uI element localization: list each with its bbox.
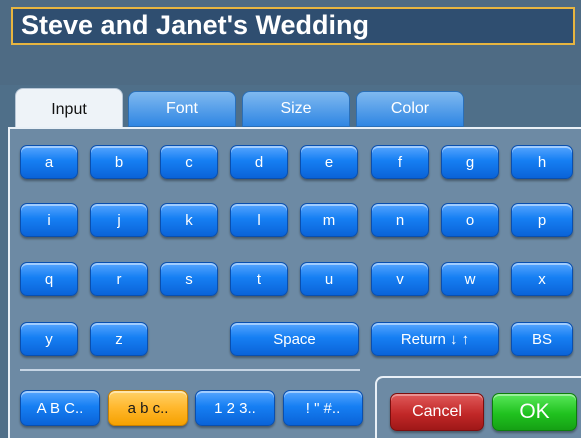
tab-input[interactable]: Input: [15, 88, 123, 130]
key-k[interactable]: k: [160, 203, 218, 237]
key-h[interactable]: h: [511, 145, 573, 179]
key-w[interactable]: w: [441, 262, 499, 296]
key-p[interactable]: p: [511, 203, 573, 237]
key-m[interactable]: m: [300, 203, 358, 237]
key-c[interactable]: c: [160, 145, 218, 179]
key-x[interactable]: x: [511, 262, 573, 296]
key-b[interactable]: b: [90, 145, 148, 179]
key-o[interactable]: o: [441, 203, 499, 237]
tab-color[interactable]: Color: [356, 91, 464, 127]
key-n[interactable]: n: [371, 203, 429, 237]
tab-size[interactable]: Size: [242, 91, 350, 127]
key-t[interactable]: t: [230, 262, 288, 296]
key-z[interactable]: z: [90, 322, 148, 356]
key-j[interactable]: j: [90, 203, 148, 237]
tab-font[interactable]: Font: [128, 91, 236, 127]
cancel-button[interactable]: Cancel: [390, 393, 484, 431]
title-text-field[interactable]: Steve and Janet's Wedding: [11, 7, 575, 45]
mode-numbers-button[interactable]: 1 2 3..: [195, 390, 275, 426]
key-q[interactable]: q: [20, 262, 78, 296]
key-i[interactable]: i: [20, 203, 78, 237]
key-r[interactable]: r: [90, 262, 148, 296]
mode-lowercase-button[interactable]: a b c..: [108, 390, 188, 426]
key-v[interactable]: v: [371, 262, 429, 296]
key-g[interactable]: g: [441, 145, 499, 179]
key-a[interactable]: a: [20, 145, 78, 179]
key-e[interactable]: e: [300, 145, 358, 179]
key-d[interactable]: d: [230, 145, 288, 179]
ok-button[interactable]: OK: [492, 393, 577, 431]
key-l[interactable]: l: [230, 203, 288, 237]
mode-symbols-button[interactable]: ! " #..: [283, 390, 363, 426]
divider: [20, 369, 360, 371]
key-f[interactable]: f: [371, 145, 429, 179]
tab-bar: Input Font Size Color: [0, 85, 581, 130]
backspace-key[interactable]: BS: [511, 322, 573, 356]
mode-uppercase-button[interactable]: A B C..: [20, 390, 100, 426]
space-key[interactable]: Space: [230, 322, 359, 356]
key-s[interactable]: s: [160, 262, 218, 296]
key-y[interactable]: y: [20, 322, 78, 356]
key-u[interactable]: u: [300, 262, 358, 296]
return-key[interactable]: Return ↓ ↑: [371, 322, 499, 356]
